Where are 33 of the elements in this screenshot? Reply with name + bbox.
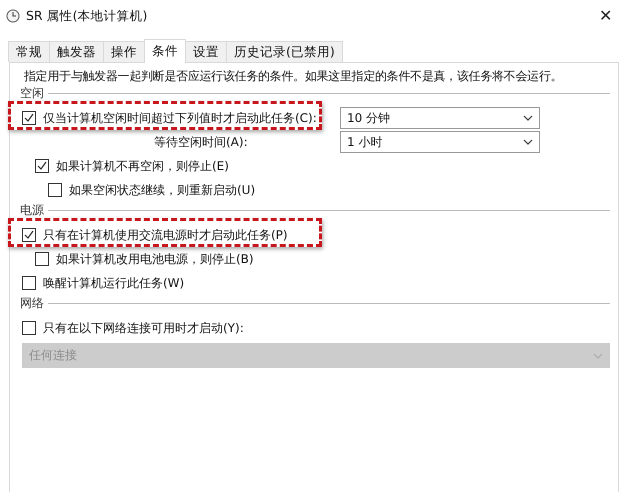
- checkbox-label[interactable]: 唤醒计算机运行此任务(W): [43, 274, 184, 292]
- checkbox[interactable]: [22, 111, 36, 125]
- tab[interactable]: 常规: [8, 41, 50, 62]
- checkbox[interactable]: [48, 183, 62, 197]
- tab[interactable]: 触发器: [49, 41, 104, 62]
- description-text: 指定用于与触发器一起判断是否应运行该任务的条件。如果这里指定的条件不是真，该任务将不会运行。: [23, 68, 564, 85]
- checkbox[interactable]: [22, 276, 36, 290]
- tab[interactable]: 条件: [144, 39, 186, 63]
- checkbox[interactable]: [22, 321, 36, 335]
- clock-icon: [6, 9, 20, 23]
- section-title: 空闲: [20, 84, 44, 102]
- checkbox-label[interactable]: 仅当计算机空闲时间超过下列值时才启动此任务(C):: [43, 110, 317, 126]
- checkbox-label[interactable]: 如果空闲状态继续，则重新启动(U): [69, 182, 256, 198]
- tab[interactable]: 历史记录(已禁用): [226, 41, 343, 62]
- dropdown[interactable]: 1 小时: [340, 131, 540, 153]
- checkbox-label[interactable]: 只有在计算机使用交流电源时才启动此任务(P): [43, 226, 288, 244]
- tab[interactable]: 操作: [103, 41, 145, 62]
- field-label: 等待空闲时间(A):: [153, 134, 248, 150]
- section-title: 电源: [20, 202, 44, 218]
- checkbox-label[interactable]: 只有在以下网络连接可用时才启动(Y):: [43, 320, 244, 336]
- checkbox[interactable]: [22, 228, 36, 242]
- chevron-icon: [523, 139, 533, 145]
- checkbox[interactable]: [35, 252, 49, 266]
- dropdown[interactable]: 10 分钟: [340, 107, 540, 129]
- checkbox[interactable]: [35, 159, 49, 173]
- close-button[interactable]: ✕: [593, 6, 618, 26]
- section-title: 网络: [20, 294, 44, 312]
- chevron-icon: [593, 352, 603, 358]
- window-title: SR 属性(本地计算机): [26, 8, 148, 24]
- checkbox-label[interactable]: 如果计算机不再空闲，则停止(E): [56, 158, 229, 174]
- checkbox-label[interactable]: 如果计算机改用电池电源，则停止(B): [56, 250, 254, 268]
- tab[interactable]: 设置: [185, 41, 227, 62]
- chevron-icon: [523, 115, 533, 121]
